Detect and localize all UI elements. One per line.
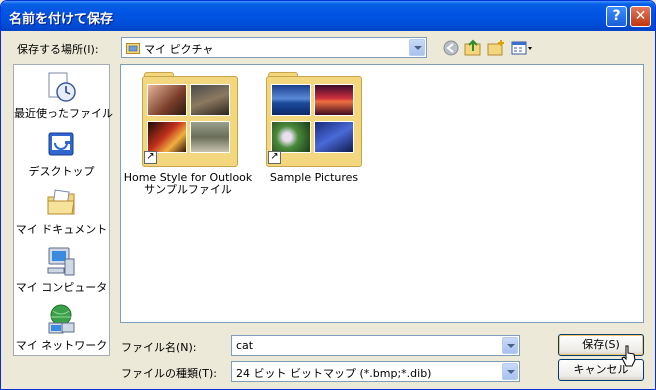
back-icon[interactable]	[441, 38, 461, 58]
view-menu-icon[interactable]	[510, 38, 534, 58]
thumbnail-image	[314, 121, 354, 153]
look-in-combo[interactable]: マイ ピクチャ	[121, 37, 427, 58]
look-in-label: 保存する場所(I):	[17, 43, 99, 56]
mouse-cursor-icon	[621, 345, 637, 367]
place-label: マイ ネットワーク	[15, 339, 108, 352]
help-button[interactable]: ?	[606, 6, 627, 27]
filetype-label: ファイルの種類(T):	[121, 367, 218, 380]
new-folder-icon[interactable]	[486, 38, 506, 58]
thumbnail-image	[190, 121, 230, 153]
filename-field[interactable]: cat	[231, 335, 520, 356]
thumbnail-image	[271, 121, 311, 153]
recent-documents-icon	[45, 71, 77, 103]
filetype-select[interactable]: 24 ビット ビットマップ (*.bmp;*.dib)	[231, 361, 520, 382]
up-folder-icon[interactable]	[463, 38, 483, 58]
filetype-dropdown-button[interactable]	[502, 363, 518, 380]
my-documents-icon	[45, 187, 77, 219]
folder-sample-pictures[interactable]: ↗	[266, 72, 362, 167]
filename-value: cat	[236, 339, 254, 352]
shortcut-arrow-icon: ↗	[144, 151, 157, 164]
my-computer-icon	[45, 245, 77, 277]
desktop-icon	[45, 129, 77, 161]
filename-dropdown-button[interactable]	[502, 337, 518, 354]
window-title: 名前を付けて保存	[9, 12, 114, 27]
place-my-computer[interactable]: マイ コンピュータ	[14, 241, 109, 297]
close-button[interactable]: ✕	[630, 6, 651, 27]
place-label: マイ コンピュータ	[15, 281, 108, 294]
my-pictures-icon	[126, 41, 140, 54]
thumbnail-image	[271, 84, 311, 116]
file-list-view[interactable]: ↗ Home Style for Outlook サンプルファイル ↗ Samp…	[120, 64, 644, 323]
place-label: マイ ドキュメント	[15, 223, 108, 236]
thumbnail-image	[147, 84, 187, 116]
place-label: デスクトップ	[28, 165, 95, 178]
folder-label[interactable]: Home Style for Outlook サンプルファイル	[118, 172, 258, 196]
look-in-value: マイ ピクチャ	[144, 43, 214, 56]
thumbnail-image	[314, 84, 354, 116]
folder-label[interactable]: Sample Pictures	[244, 172, 384, 184]
place-my-documents[interactable]: マイ ドキュメント	[14, 183, 109, 239]
place-label: 最近使ったファイル	[14, 107, 113, 120]
place-recent[interactable]: 最近使ったファイル	[14, 67, 113, 123]
look-in-dropdown-button[interactable]	[409, 39, 425, 56]
filename-label: ファイル名(N):	[121, 341, 197, 354]
my-network-icon	[45, 303, 77, 335]
folder-home-style[interactable]: ↗	[142, 72, 238, 167]
place-desktop[interactable]: デスクトップ	[14, 125, 109, 181]
place-my-network[interactable]: マイ ネットワーク	[14, 299, 109, 355]
thumbnail-image	[147, 121, 187, 153]
thumbnail-image	[190, 84, 230, 116]
places-bar: 最近使ったファイル デスクトップ マイ ドキュメント マイ コンピュータ マイ …	[13, 64, 113, 356]
shortcut-arrow-icon: ↗	[268, 151, 281, 164]
filetype-value: 24 ビット ビットマップ (*.bmp;*.dib)	[236, 367, 432, 380]
title-bar[interactable]: 名前を付けて保存 ? ✕	[1, 1, 655, 31]
save-as-dialog: 名前を付けて保存 ? ✕ 保存する場所(I): マイ ピクチャ 最近使ったファイ…	[0, 0, 656, 390]
